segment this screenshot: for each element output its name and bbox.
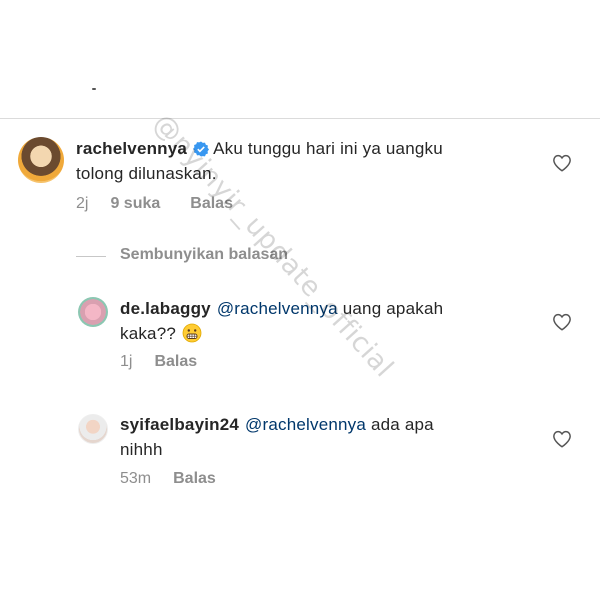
reply-body: syifaelbayin24 @rachelvennya ada apa nihh… bbox=[120, 412, 540, 462]
hide-replies-line bbox=[76, 256, 106, 257]
comment-time: 2j bbox=[76, 195, 89, 212]
reply-button[interactable]: Balas bbox=[154, 353, 197, 370]
reply-username[interactable]: syifaelbayin24 bbox=[120, 415, 239, 434]
top-artifact bbox=[92, 88, 96, 90]
reply-time: 53m bbox=[120, 470, 152, 487]
like-heart-icon[interactable] bbox=[552, 430, 572, 448]
comment-likes[interactable]: 9 suka bbox=[110, 195, 160, 212]
reply-button[interactable]: Balas bbox=[173, 470, 216, 487]
avatar[interactable] bbox=[18, 137, 64, 183]
grimacing-face-icon bbox=[182, 323, 202, 343]
comment-body: rachelvennya Aku tunggu hari ini ya uangk… bbox=[76, 136, 546, 186]
reply-meta: 53m Balas bbox=[120, 470, 216, 488]
reply-text-line1: uang apakah bbox=[342, 299, 444, 318]
like-heart-icon[interactable] bbox=[552, 154, 572, 172]
reply-text-line2: nihhh bbox=[120, 440, 163, 459]
avatar[interactable] bbox=[78, 414, 108, 444]
like-heart-icon[interactable] bbox=[552, 313, 572, 331]
reply-mention[interactable]: @rachelvennya bbox=[245, 415, 366, 434]
reply-text-line2: kaka?? bbox=[120, 324, 177, 343]
reply-time: 1j bbox=[120, 353, 133, 370]
top-divider bbox=[0, 118, 600, 119]
reply-username[interactable]: de.labaggy bbox=[120, 299, 211, 318]
reply-meta: 1j Balas bbox=[120, 353, 197, 371]
avatar[interactable] bbox=[78, 297, 108, 327]
comment-text-line1: Aku tunggu hari ini ya uangku bbox=[213, 139, 443, 158]
reply-text-line1: ada apa bbox=[370, 415, 434, 434]
